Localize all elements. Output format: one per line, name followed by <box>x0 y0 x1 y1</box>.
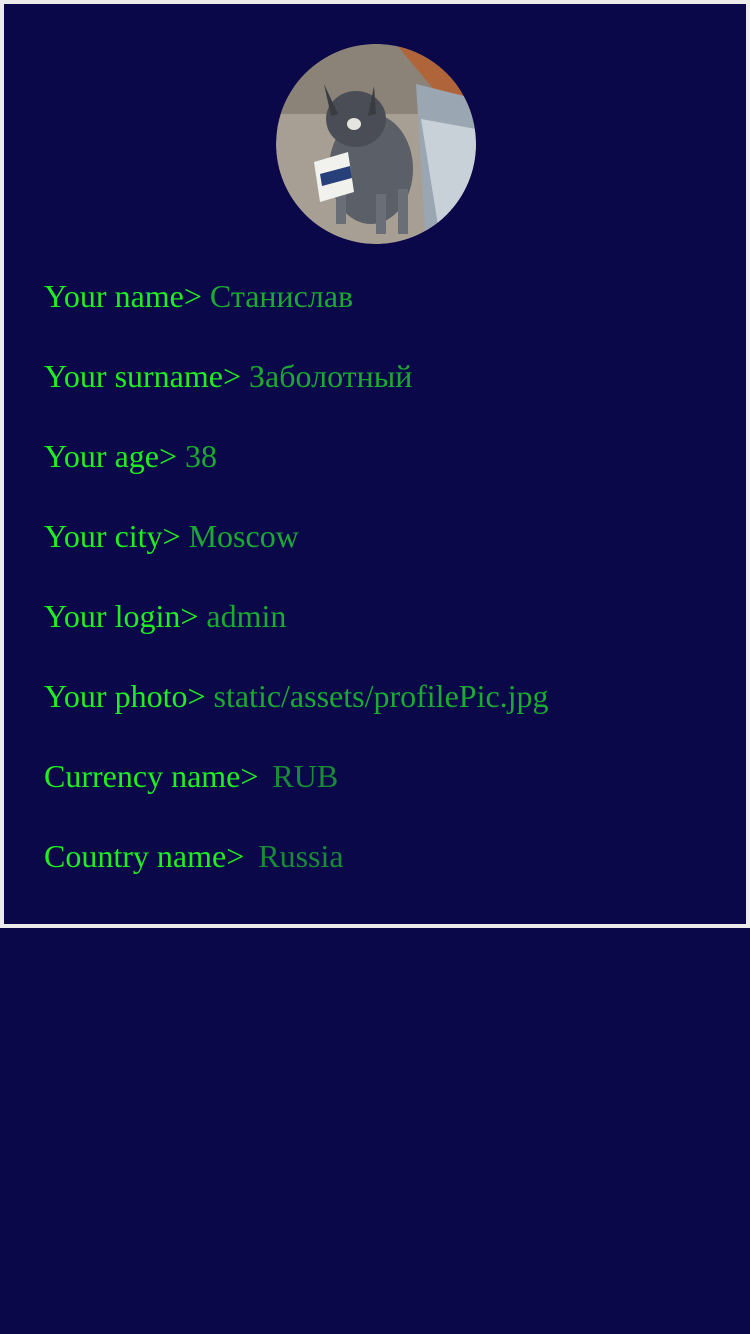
field-photo: Your photo> static/assets/profilePic.jpg <box>44 676 549 716</box>
field-currency-value: RUB <box>272 758 339 794</box>
field-photo-label: Your photo> <box>44 678 206 714</box>
field-surname-label: Your surname> <box>44 358 242 394</box>
field-city-label: Your city> <box>44 518 181 554</box>
field-photo-value: static/assets/profilePic.jpg <box>213 678 549 714</box>
avatar-photo <box>276 44 476 244</box>
field-country-value: Russia <box>258 838 344 874</box>
avatar[interactable] <box>276 44 476 244</box>
field-city: Your city> Moscow <box>44 516 299 556</box>
field-login-value: admin <box>206 598 287 634</box>
field-login: Your login> admin <box>44 596 286 636</box>
field-age-value: 38 <box>185 438 218 474</box>
field-city-value: Moscow <box>188 518 299 554</box>
field-login-label: Your login> <box>44 598 199 634</box>
profile-card: Your name> Станислав Your surname> Забол… <box>0 0 750 928</box>
field-country: Country name> Russia <box>44 836 344 876</box>
field-age-label: Your age> <box>44 438 178 474</box>
field-surname: Your surname> Заболотный <box>44 356 412 396</box>
field-name: Your name> Станислав <box>44 276 353 316</box>
field-name-value: Станислав <box>209 278 354 314</box>
field-currency: Currency name> RUB <box>44 756 338 796</box>
field-name-label: Your name> <box>44 278 202 314</box>
field-currency-label: Currency name> <box>44 758 259 794</box>
field-age: Your age> 38 <box>44 436 217 476</box>
field-surname-value: Заболотный <box>249 358 413 394</box>
field-country-label: Country name> <box>44 838 245 874</box>
